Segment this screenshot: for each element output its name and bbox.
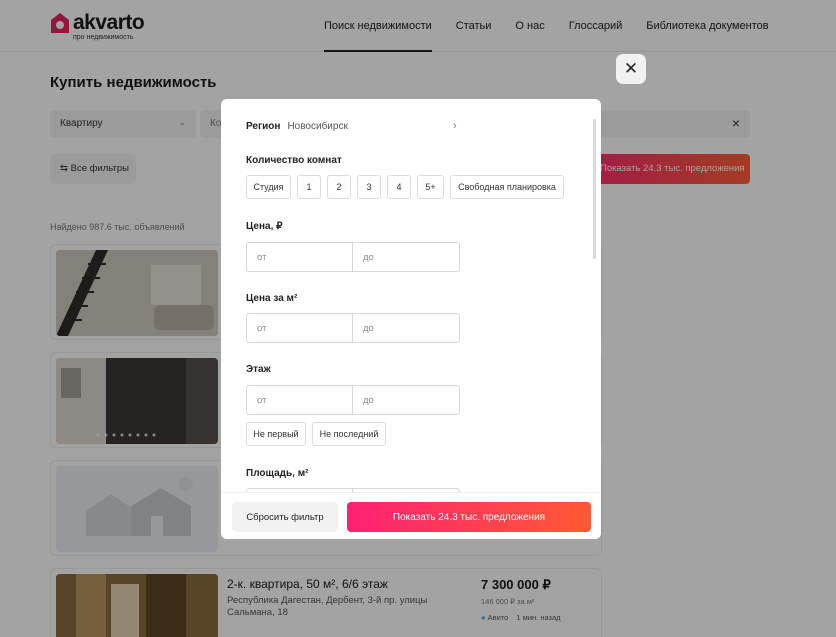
modal-scrollbar[interactable] [593,119,596,259]
room-chip-studio[interactable]: Студия [246,175,291,199]
room-chip-2[interactable]: 2 [327,175,351,199]
region-label: Регион [246,121,281,132]
room-chip-free-layout[interactable]: Свободная планировка [450,175,564,199]
price-from-input[interactable]: от [247,243,353,271]
reset-filter-button[interactable]: Сбросить фильтр [232,502,338,532]
floor-options: Не первый Не последний [246,422,392,446]
filters-modal: Регион Новосибирск › Количество комнат С… [221,99,601,539]
chevron-right-icon: › [453,120,457,132]
price-per-m2-range: от до [246,313,460,343]
price-per-m2-to-input[interactable]: до [353,314,459,342]
region-selector[interactable]: Регион Новосибирск › [246,120,461,132]
not-last-floor-chip[interactable]: Не последний [312,422,386,446]
filters-scroll-area[interactable]: Регион Новосибирск › Количество комнат С… [221,99,601,492]
floor-range: от до [246,385,460,415]
price-to-input[interactable]: до [353,243,459,271]
rooms-options: Студия 1 2 3 4 5+ Свободная планировка [246,175,570,199]
price-per-m2-title: Цена за м² [246,293,298,304]
close-icon: ✕ [623,59,639,78]
rooms-title: Количество комнат [246,155,342,166]
not-first-floor-chip[interactable]: Не первый [246,422,306,446]
floor-to-input[interactable]: до [353,386,459,414]
price-title: Цена, ₽ [246,221,283,232]
region-value: Новосибирск [287,121,348,132]
room-chip-1[interactable]: 1 [297,175,321,199]
apply-filters-button[interactable]: Показать 24.3 тыс. предложения [347,502,591,532]
area-title: Площадь, м² [246,468,309,479]
close-modal-button[interactable]: ✕ [616,54,646,84]
floor-title: Этаж [246,364,271,375]
modal-footer: Сбросить фильтр Показать 24.3 тыс. предл… [221,492,601,539]
room-chip-3[interactable]: 3 [357,175,381,199]
room-chip-4[interactable]: 4 [387,175,411,199]
floor-from-input[interactable]: от [247,386,353,414]
price-per-m2-from-input[interactable]: от [247,314,353,342]
price-range: от до [246,242,460,272]
room-chip-5plus[interactable]: 5+ [417,175,444,199]
